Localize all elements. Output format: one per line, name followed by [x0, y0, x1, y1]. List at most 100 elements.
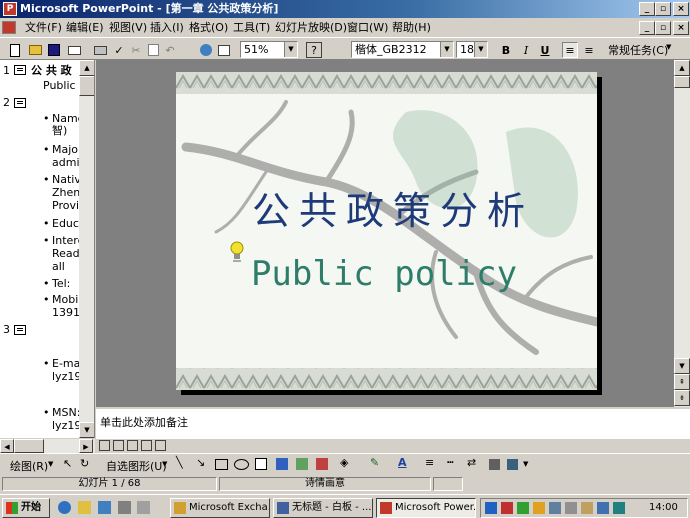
- copy-icon[interactable]: [145, 42, 161, 58]
- scroll-down-button[interactable]: ▼: [79, 422, 94, 438]
- outline-item[interactable]: 智): [52, 124, 67, 138]
- scroll-down-button[interactable]: ▼: [674, 358, 690, 374]
- scroll-thumb[interactable]: [674, 76, 690, 88]
- menu-tools[interactable]: 工具(T): [233, 20, 270, 35]
- chevron-down-icon[interactable]: ▼: [666, 43, 671, 51]
- line-style-icon[interactable]: ≡: [425, 456, 434, 469]
- outline-item[interactable]: Read: [52, 247, 80, 261]
- menu-file[interactable]: 文件(F): [25, 20, 62, 35]
- menu-view[interactable]: 视图(V): [109, 20, 147, 35]
- slide[interactable]: 公共政策分析 Public policy: [176, 72, 597, 390]
- outline-item[interactable]: Major: [52, 143, 83, 157]
- picture-icon[interactable]: [316, 458, 328, 470]
- task-whiteboard[interactable]: 无标题 - 白板 - ...: [273, 498, 373, 518]
- dash-style-icon[interactable]: ┅: [447, 456, 454, 469]
- rotate-icon[interactable]: ↻: [80, 457, 89, 470]
- font-size-select[interactable]: 18 ▼: [456, 41, 488, 58]
- scroll-right-button[interactable]: ▶: [79, 439, 93, 453]
- previous-slide-button[interactable]: ⇞: [674, 374, 690, 390]
- lightbulb-icon[interactable]: [229, 240, 245, 264]
- outline-view-icon[interactable]: [113, 440, 124, 451]
- oval-icon[interactable]: [234, 459, 249, 470]
- shadow-icon[interactable]: [489, 459, 500, 470]
- tray-icon[interactable]: [533, 502, 545, 514]
- menu-window[interactable]: 窗口(W): [347, 20, 388, 35]
- scroll-left-button[interactable]: ◀: [0, 439, 14, 453]
- wordart-icon[interactable]: [276, 458, 288, 470]
- scroll-up-button[interactable]: ▲: [79, 60, 94, 76]
- tray-icon[interactable]: [581, 502, 593, 514]
- normal-view-icon[interactable]: [99, 440, 110, 451]
- tray-icon[interactable]: [517, 502, 529, 514]
- rectangle-icon[interactable]: [215, 459, 228, 470]
- email-icon[interactable]: [66, 42, 82, 58]
- browser-icon[interactable]: [58, 501, 71, 514]
- common-tasks-button[interactable]: 常规任务(C): [608, 42, 668, 58]
- bold-button[interactable]: B: [498, 42, 514, 58]
- menu-help[interactable]: 帮助(H): [392, 20, 431, 35]
- tray-icon[interactable]: [613, 502, 625, 514]
- desktop-icon[interactable]: [98, 501, 111, 514]
- outline-item[interactable]: Educ: [52, 217, 79, 231]
- outlook-icon[interactable]: [78, 501, 91, 514]
- clock[interactable]: 14:00: [649, 502, 678, 513]
- undo-icon[interactable]: ↶: [162, 42, 178, 58]
- minimize-button[interactable]: _: [639, 2, 655, 16]
- restore-button[interactable]: ▫: [655, 2, 671, 16]
- font-select[interactable]: 楷体_GB2312 ▼: [351, 41, 454, 58]
- slide-icon[interactable]: [14, 98, 26, 108]
- outline-pane[interactable]: 1 公 共 政 Public p 2 • Name 智) • Major adm…: [0, 60, 95, 438]
- menu-edit[interactable]: 编辑(E): [66, 20, 104, 35]
- outline-item[interactable]: lyz19: [52, 419, 81, 433]
- scroll-thumb[interactable]: [79, 76, 94, 96]
- italic-button[interactable]: I: [518, 42, 534, 58]
- outline-hscrollbar[interactable]: ◀ ▶: [0, 439, 95, 453]
- document-icon[interactable]: [2, 21, 16, 34]
- font-color-icon[interactable]: A: [398, 456, 407, 469]
- scroll-up-button[interactable]: ▲: [674, 60, 690, 76]
- line-color-icon[interactable]: ✎: [370, 456, 379, 469]
- menu-insert[interactable]: 插入(I): [150, 20, 184, 35]
- notes-placeholder[interactable]: 单击此处添加备注: [100, 414, 188, 430]
- menu-format[interactable]: 格式(O): [189, 20, 228, 35]
- tray-icon[interactable]: [501, 502, 513, 514]
- textbox-icon[interactable]: [255, 458, 267, 470]
- outline-scrollbar[interactable]: ▲ ▼: [79, 60, 94, 438]
- doc-minimize-button[interactable]: _: [639, 21, 655, 35]
- outline-item[interactable]: lyz19: [52, 370, 81, 384]
- autoshapes-menu[interactable]: 自选图形(U): [106, 458, 167, 474]
- print-icon[interactable]: [92, 42, 108, 58]
- zoom-select[interactable]: 51% ▼: [240, 41, 298, 58]
- doc-restore-button[interactable]: ▫: [655, 21, 671, 35]
- outline-slide-title[interactable]: 公 共 政: [31, 64, 72, 78]
- sorter-view-icon[interactable]: [141, 440, 152, 451]
- app-icon[interactable]: [118, 501, 131, 514]
- select-arrow-icon[interactable]: ↖: [63, 457, 72, 470]
- doc-close-button[interactable]: ×: [673, 21, 689, 35]
- slide-vertical-scrollbar[interactable]: ▲ ▼ ⇞ ⇟: [674, 60, 690, 407]
- outline-item[interactable]: all: [52, 260, 65, 274]
- new-icon[interactable]: [7, 42, 23, 58]
- outline-item[interactable]: MSN:: [52, 406, 80, 420]
- slide-subtitle[interactable]: Public policy: [234, 254, 534, 294]
- open-icon[interactable]: [27, 42, 43, 58]
- align-center-icon[interactable]: ≡: [581, 42, 597, 58]
- menu-slideshow[interactable]: 幻灯片放映(D): [275, 20, 347, 35]
- slideshow-view-icon[interactable]: [155, 440, 166, 451]
- slide-icon[interactable]: [14, 325, 26, 335]
- tray-icon[interactable]: [485, 502, 497, 514]
- hyperlink-icon[interactable]: [198, 42, 214, 58]
- slide-title[interactable]: 公共政策分析: [228, 180, 558, 235]
- scroll-thumb[interactable]: [14, 439, 44, 453]
- slide-icon[interactable]: [14, 65, 26, 75]
- start-button[interactable]: 开始: [2, 498, 50, 518]
- tray-icon[interactable]: [565, 502, 577, 514]
- app-icon[interactable]: [137, 501, 150, 514]
- underline-button[interactable]: U: [537, 42, 553, 58]
- fill-color-icon[interactable]: ◈: [340, 456, 348, 469]
- spellcheck-icon[interactable]: ✓: [111, 42, 127, 58]
- task-powerpoint[interactable]: Microsoft Power...: [376, 498, 476, 518]
- close-button[interactable]: ×: [673, 2, 689, 16]
- next-slide-button[interactable]: ⇟: [674, 390, 690, 406]
- align-left-icon[interactable]: ≡: [562, 42, 578, 58]
